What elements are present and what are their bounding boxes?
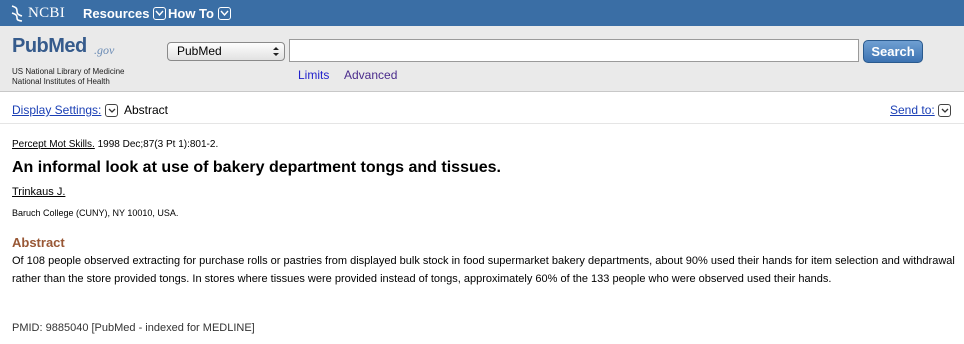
send-to-link[interactable]: Send to: [890,103,935,117]
org-line-nih: National Institutes of Health [12,77,110,86]
select-arrows-icon [273,47,279,56]
divider [0,123,964,124]
ncbi-logo-text: NCBI [28,4,66,21]
journal-link[interactable]: Percept Mot Skills. [12,139,95,150]
citation-details: 1998 Dec;87(3 Pt 1):801-2. [94,139,219,150]
display-format-label: Abstract [124,103,169,117]
author-link[interactable]: Trinkaus J. [12,186,65,198]
database-select-value: PubMed [177,44,222,58]
display-settings-link[interactable]: Display Settings: [12,103,101,117]
advanced-link[interactable]: Advanced [344,68,397,82]
limits-link[interactable]: Limits [298,68,329,82]
search-input[interactable] [289,39,859,62]
article-title: An informal look at use of bakery depart… [12,159,501,176]
chevron-down-icon[interactable] [938,104,951,117]
menu-how-to-label: How To [168,5,214,21]
display-settings-bar: Display Settings: Abstract Send to: [0,97,964,123]
pubmed-logo-text: PubMed [12,35,87,57]
ncbi-top-bar: NCBI Resources How To [0,0,964,26]
pmid-line: PMID: 9885040 [PubMed - indexed for MEDL… [12,322,255,334]
abstract-heading: Abstract [12,235,65,250]
menu-how-to[interactable]: How To [168,4,231,22]
abstract-text: Of 108 people observed extracting for pu… [12,255,955,285]
search-button[interactable]: Search [863,40,923,63]
org-line-nlm: US National Library of Medicine [12,67,125,76]
ncbi-helix-icon [11,5,23,22]
author-affiliation: Baruch College (CUNY), NY 10010, USA. [12,208,179,218]
menu-resources[interactable]: Resources [83,4,167,22]
pubmed-logo-suffix: .gov [94,43,115,57]
pubmed-logo[interactable]: PubMed .gov [12,35,132,63]
database-select[interactable]: PubMed [167,42,285,61]
chevron-down-icon[interactable] [105,104,118,117]
search-area: PubMed .gov US National Library of Medic… [0,26,964,92]
citation: Percept Mot Skills. 1998 Dec;87(3 Pt 1):… [12,139,218,150]
ncbi-logo[interactable]: NCBI [10,3,65,23]
chevron-down-icon [153,6,167,20]
menu-resources-label: Resources [83,5,150,21]
chevron-down-icon [217,6,231,20]
